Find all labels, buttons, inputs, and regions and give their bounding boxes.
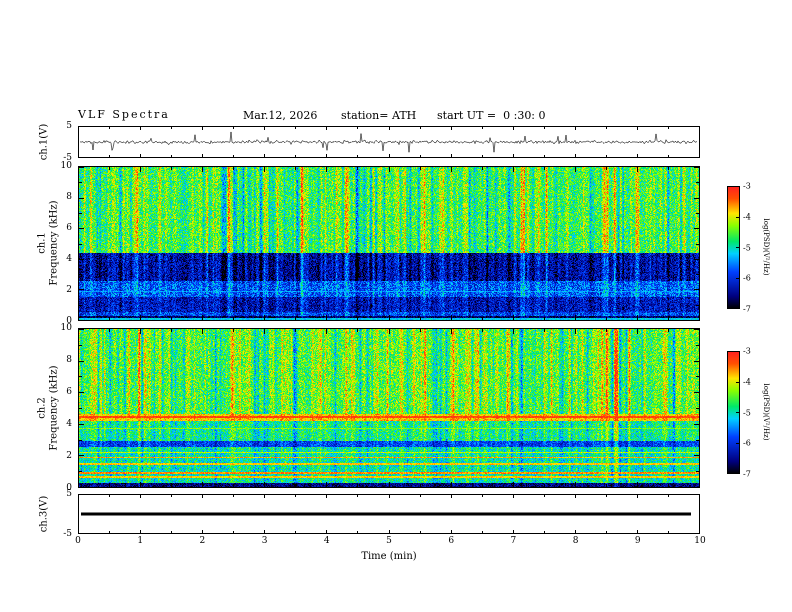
y-tick-label: 4 bbox=[66, 419, 72, 429]
ch2-colorbar bbox=[727, 351, 740, 474]
station-label: station= ATH bbox=[341, 109, 417, 122]
ch1-colorbar-label: log(PSD)(V²/Hz) bbox=[762, 218, 770, 276]
ch1-waveform-canvas bbox=[78, 126, 700, 158]
x-tick-label: 2 bbox=[199, 536, 206, 546]
y-tick-label: 2 bbox=[66, 285, 72, 295]
colorbar-tick-label: -4 bbox=[743, 212, 751, 222]
start-ut-label: start UT = 0 :30: 0 bbox=[437, 109, 546, 122]
colorbar-tick-label: -7 bbox=[743, 304, 751, 314]
y-tick-label: 6 bbox=[66, 387, 72, 397]
time-axis-tick-labels: 0 1 2 3 4 5 6 7 8 9 10 bbox=[75, 536, 706, 548]
ch1-voltage-axis-label: ch.1(V) bbox=[38, 123, 50, 161]
x-tick-label: 0 bbox=[75, 536, 81, 546]
y-tick-label: 8 bbox=[66, 355, 72, 365]
colorbar-tick-label: -5 bbox=[743, 408, 751, 417]
ch1-colorbar bbox=[727, 186, 740, 309]
ch1-waveform-ytick-labels: 5 -5 bbox=[54, 121, 74, 163]
ch2-spectrogram-ytick-labels: 0 2 4 6 8 10 bbox=[54, 323, 74, 493]
x-tick-label: 7 bbox=[510, 536, 517, 546]
ch3-voltage-axis-label: ch.3(V) bbox=[38, 495, 50, 533]
y-tick-label: 8 bbox=[66, 192, 72, 202]
ch3-waveform-canvas bbox=[78, 494, 700, 534]
ch2-colorbar-label: log(PSD)(V²/Hz) bbox=[762, 383, 770, 441]
colorbar-tick-label: -7 bbox=[743, 469, 751, 479]
colorbar-tick-label: -3 bbox=[743, 181, 751, 191]
figure-title: VLF Spectra bbox=[78, 108, 170, 121]
ch1-spectrogram-ytick-labels: 0 2 4 6 8 10 bbox=[54, 161, 74, 326]
colorbar-tick-label: -6 bbox=[743, 438, 751, 448]
colorbar-tick-label: -6 bbox=[743, 273, 751, 283]
colorbar-tick-label: -4 bbox=[743, 377, 751, 387]
x-tick-label: 10 bbox=[694, 536, 706, 546]
ch1-frequency-axis-label-line1: ch.1 bbox=[36, 232, 48, 254]
x-tick-label: 1 bbox=[137, 536, 144, 546]
ch2-frequency-axis-label-line1: ch.2 bbox=[36, 397, 48, 419]
y-tick-label: 5 bbox=[66, 489, 72, 499]
y-tick-label: 10 bbox=[60, 161, 72, 171]
x-tick-label: 6 bbox=[448, 536, 455, 546]
y-tick-label: 5 bbox=[66, 121, 72, 131]
y-tick-label: 2 bbox=[66, 451, 72, 461]
x-tick-label: 8 bbox=[572, 536, 579, 546]
time-axis-label: Time (min) bbox=[361, 551, 417, 562]
x-tick-label: 3 bbox=[261, 536, 268, 546]
y-tick-label: 6 bbox=[66, 223, 72, 233]
ch1-spectrogram-canvas bbox=[78, 166, 700, 321]
vlf-spectra-figure: VLF Spectra Mar.12, 2026 station= ATH st… bbox=[0, 0, 792, 612]
ch3-waveform-ytick-labels: 5 -5 bbox=[54, 489, 74, 539]
figure-date: Mar.12, 2026 bbox=[243, 109, 318, 122]
y-tick-label: 4 bbox=[66, 254, 72, 264]
x-tick-label: 9 bbox=[634, 536, 641, 546]
y-tick-label: -5 bbox=[63, 529, 72, 539]
y-tick-label: 10 bbox=[60, 323, 72, 333]
ch2-spectrogram-canvas bbox=[78, 328, 700, 488]
colorbar-tick-label: -3 bbox=[743, 346, 751, 356]
x-tick-label: 5 bbox=[386, 536, 392, 546]
colorbar-tick-label: -5 bbox=[743, 243, 751, 252]
x-tick-label: 4 bbox=[323, 536, 330, 546]
